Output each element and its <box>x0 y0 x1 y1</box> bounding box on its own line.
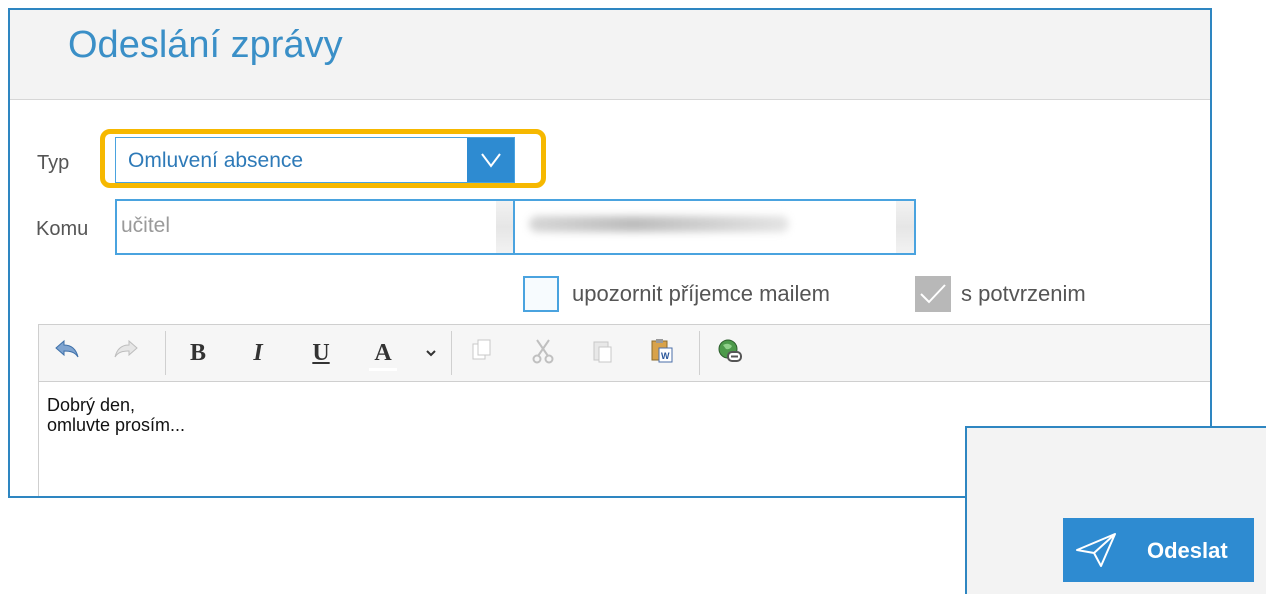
type-select-value: Omluvení absence <box>128 149 304 172</box>
toolbar-separator <box>165 331 166 375</box>
scrollbar[interactable] <box>496 201 514 253</box>
editor-toolbar: B I U A W <box>39 325 1210 382</box>
italic-button[interactable]: I <box>244 338 272 368</box>
redo-icon[interactable] <box>112 338 140 368</box>
undo-icon[interactable] <box>53 338 81 368</box>
send-button-label: Odeslat <box>1147 538 1228 563</box>
paste-from-word-icon[interactable]: W <box>648 338 676 368</box>
notify-by-mail-checkbox[interactable] <box>523 276 559 312</box>
underline-button[interactable]: U <box>307 338 335 368</box>
toolbar-separator <box>699 331 700 375</box>
dialog-title: Odeslání zprávy <box>68 24 343 66</box>
paper-plane-icon <box>1075 532 1117 573</box>
scrollbar[interactable] <box>896 201 914 253</box>
editor-line: omluvte prosím... <box>47 415 186 435</box>
editor-line: Dobrý den, <box>47 395 136 415</box>
svg-text:W: W <box>661 351 670 361</box>
bold-button[interactable]: B <box>184 338 212 368</box>
send-message-dialog: Odeslání zprávy Typ Omluvení absence Kom… <box>8 8 1212 498</box>
to-label: Komu <box>36 218 89 240</box>
notify-by-mail-label: upozornit příjemce mailem <box>572 281 830 306</box>
send-panel: Odeslat <box>965 426 1266 594</box>
font-color-button[interactable]: A <box>369 338 397 371</box>
cut-icon[interactable] <box>529 338 557 368</box>
type-label: Typ <box>37 152 70 174</box>
copy-icon[interactable] <box>468 338 496 368</box>
paste-icon[interactable] <box>589 338 617 368</box>
dialog-header: Odeslání zprávy <box>10 10 1210 100</box>
toolbar-separator <box>451 331 452 375</box>
confirmation-checkbox[interactable] <box>915 276 951 312</box>
editor-content[interactable]: Dobrý den, omluvte prosím... <box>47 395 185 435</box>
recipient-person-field[interactable] <box>513 199 916 255</box>
link-icon[interactable] <box>716 338 744 368</box>
chevron-down-icon[interactable] <box>417 338 445 368</box>
redacted-recipient-name <box>529 216 789 232</box>
confirmation-label: s potvrzenim <box>961 281 1086 306</box>
chevron-down-icon[interactable] <box>467 138 514 182</box>
recipient-role-field[interactable]: učitel <box>115 199 516 255</box>
type-select[interactable]: Omluvení absence <box>115 137 515 183</box>
recipient-role-value: učitel <box>121 214 171 237</box>
send-button[interactable]: Odeslat <box>1063 518 1254 582</box>
